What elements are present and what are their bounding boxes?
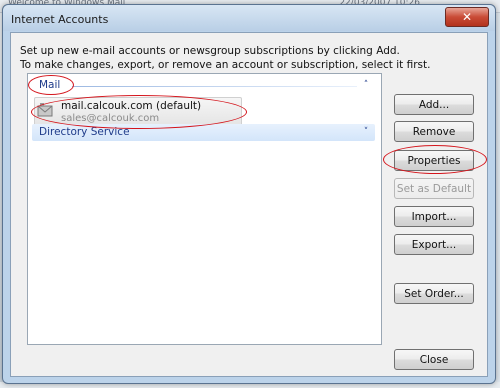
mail-account-icon xyxy=(37,103,53,117)
group-divider xyxy=(72,86,357,87)
set-as-default-button[interactable]: Set as Default xyxy=(394,178,474,199)
group-label-directory-service: Directory Service xyxy=(39,126,130,138)
close-button[interactable]: Close xyxy=(394,349,474,370)
set-order-button[interactable]: Set Order... xyxy=(394,283,474,304)
chevron-up-icon[interactable]: ˄ xyxy=(360,77,372,94)
dialog-titlebar[interactable]: Internet Accounts ✕ xyxy=(3,5,495,31)
intro-line-2: To make changes, export, or remove an ac… xyxy=(20,59,431,71)
dialog-body: Set up new e-mail accounts or newsgroup … xyxy=(10,32,488,377)
intro-text: Set up new e-mail accounts or newsgroup … xyxy=(20,44,430,72)
close-window-icon[interactable]: ✕ xyxy=(445,7,489,27)
group-header-mail[interactable]: Mail ˄ xyxy=(32,77,375,94)
account-name: mail.calcouk.com (default) xyxy=(61,100,202,112)
export-button[interactable]: Export... xyxy=(394,234,474,255)
accounts-list[interactable]: Mail ˄ mail.calcouk.com (default) sales@… xyxy=(27,73,382,345)
group-label-mail: Mail xyxy=(39,79,61,91)
internet-accounts-dialog: Internet Accounts ✕ Set up new e-mail ac… xyxy=(2,4,496,384)
dialog-title: Internet Accounts xyxy=(11,13,109,26)
import-button[interactable]: Import... xyxy=(394,206,474,227)
remove-button[interactable]: Remove xyxy=(394,121,474,142)
add-button[interactable]: Add... xyxy=(394,94,474,115)
properties-button[interactable]: Properties xyxy=(394,150,474,171)
intro-line-1: Set up new e-mail accounts or newsgroup … xyxy=(20,45,400,57)
group-header-directory-service[interactable]: Directory Service ˅ xyxy=(32,124,375,141)
list-item-mail-account[interactable]: mail.calcouk.com (default) sales@calcouk… xyxy=(34,97,242,127)
account-email: sales@calcouk.com xyxy=(61,113,160,124)
chevron-down-icon[interactable]: ˅ xyxy=(360,124,372,141)
